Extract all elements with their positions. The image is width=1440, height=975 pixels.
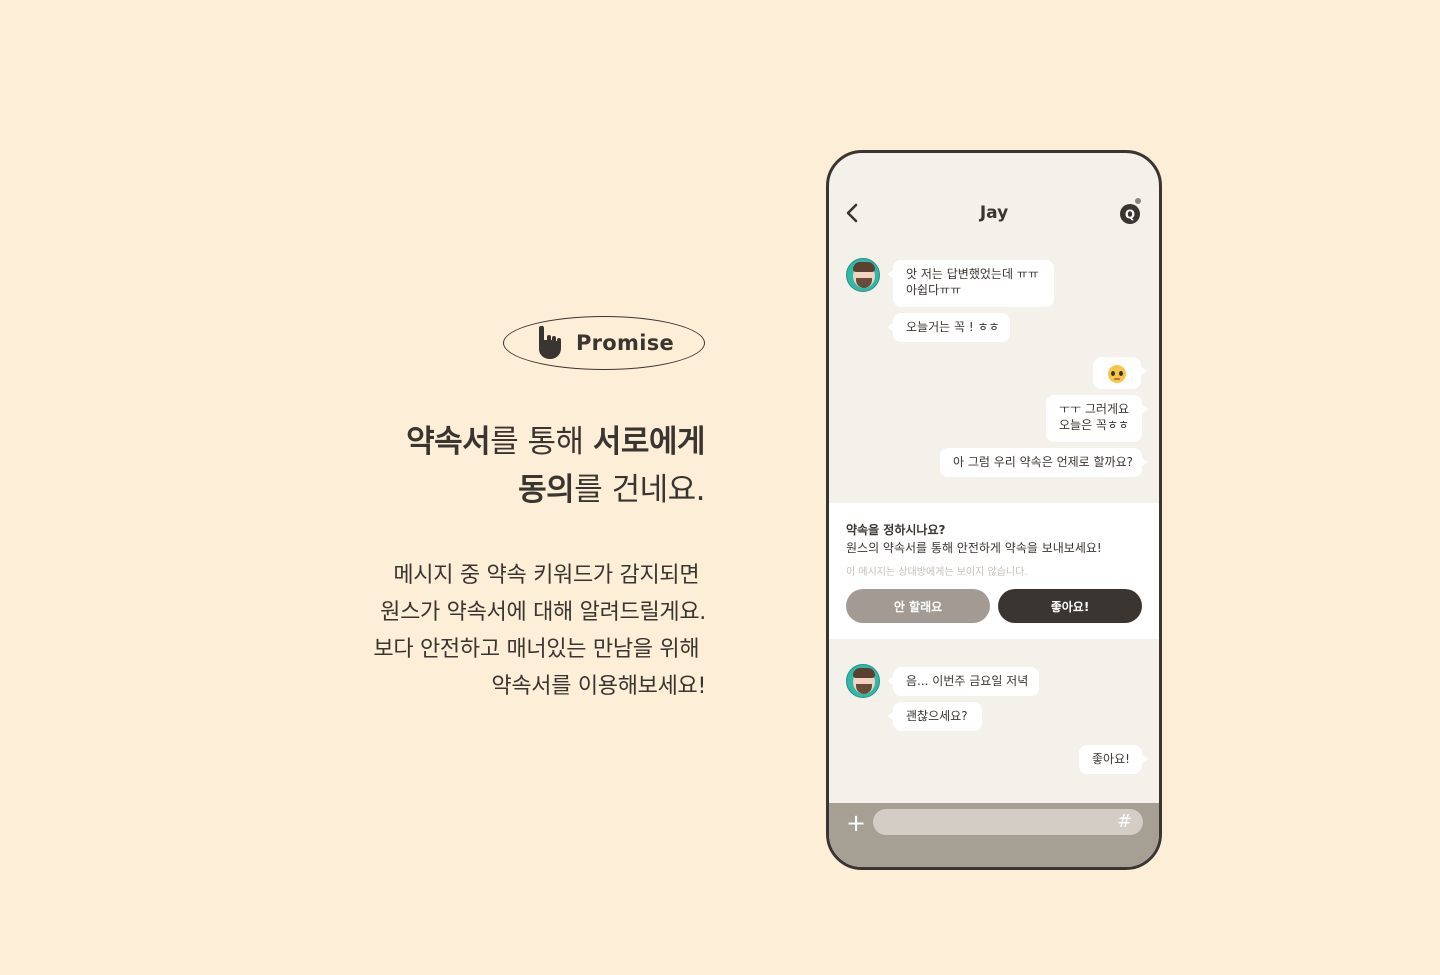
promise-suggestion-card: 약속을 정하시나요? 원스의 약속서를 통해 안전하게 약속을 보내보세요! 이… (829, 503, 1159, 639)
pinky-promise-hand-icon (538, 326, 561, 359)
headline-bold: 약속서 (406, 424, 491, 460)
body-copy: 메시지 중 약속 키워드가 감지되면 원스가 약속서에 대해 알려드릴게요. 보… (373, 557, 706, 705)
avatar-hair (853, 262, 875, 272)
decline-button[interactable]: 안 할래요 (846, 589, 990, 623)
avatar-beard (856, 278, 872, 288)
chat-title: Jay (979, 203, 1009, 223)
headline-line-2: 동의를 건네요. (406, 466, 705, 514)
plus-icon[interactable]: + (846, 811, 866, 835)
body-line: 메시지 중 약속 키워드가 감지되면 (393, 563, 706, 588)
pleading-face-emoji-icon (1108, 365, 1126, 383)
prompt-subtitle: 원스의 약속서를 통해 안전하게 약속을 보내보세요! (846, 541, 1102, 555)
promise-badge: Promise (503, 316, 705, 370)
avatar[interactable] (846, 664, 880, 698)
message-bubble-out: 아 그럼 우리 약속은 언제로 할까요? (940, 448, 1148, 477)
headline-line-1: 약속서를 통해 서로에게 (406, 418, 705, 466)
phone-mockup: Jay Q 앗 저는 답변했었는데 ㅠㅠ 아쉽다ㅠㅠ 오늘거는 꼭 ! ㅎㅎ ㅜ… (826, 150, 1162, 870)
body-line: 보다 안전하고 매너있는 만남을 위해 (373, 637, 706, 662)
headline: 약속서를 통해 서로에게 동의를 건네요. (406, 418, 705, 514)
headline-regular: 를 건네요. (574, 472, 705, 508)
q-letter: Q (1125, 208, 1135, 222)
accept-button[interactable]: 좋아요! (998, 589, 1142, 623)
promise-q-icon[interactable]: Q (1119, 203, 1141, 225)
body-line: 약속서를 이용해보세요! (491, 674, 706, 699)
prompt-title: 약속을 정하시나요? (846, 523, 946, 537)
headline-bold: 동의 (518, 472, 575, 508)
message-bubble-in: 음... 이번주 금요일 저녁 (887, 667, 1039, 696)
message-bubble-in: 오늘거는 꼭 ! ㅎㅎ (887, 313, 1010, 342)
message-bubble-in: 괜찮으세요? (887, 702, 982, 731)
message-input[interactable] (873, 809, 1143, 835)
message-bubble-out: ㅜㅜ 그러게요 오늘은 꼭ㅎㅎ (1046, 395, 1148, 442)
hashtag-icon[interactable]: # (1117, 812, 1132, 832)
headline-regular: 를 통해 (490, 424, 593, 460)
avatar-beard (856, 684, 872, 694)
message-bubble-out: 좋아요! (1079, 745, 1148, 774)
message-bubble-in: 앗 저는 답변했었는데 ㅠㅠ 아쉽다ㅠㅠ (887, 260, 1054, 307)
message-composer: + # (829, 803, 1159, 867)
avatar[interactable] (846, 258, 880, 292)
badge-label: Promise (575, 331, 675, 355)
avatar-hair (853, 668, 875, 678)
chat-header: Jay Q (829, 153, 1159, 253)
message-bubble-out (1093, 357, 1147, 389)
headline-bold: 서로에게 (592, 424, 706, 460)
body-line: 원스가 약속서에 대해 알려드릴게요. (380, 600, 706, 625)
notification-dot (1135, 198, 1141, 204)
prompt-note: 이 메시지는 상대방에게는 보이지 않습니다. (846, 567, 1028, 578)
